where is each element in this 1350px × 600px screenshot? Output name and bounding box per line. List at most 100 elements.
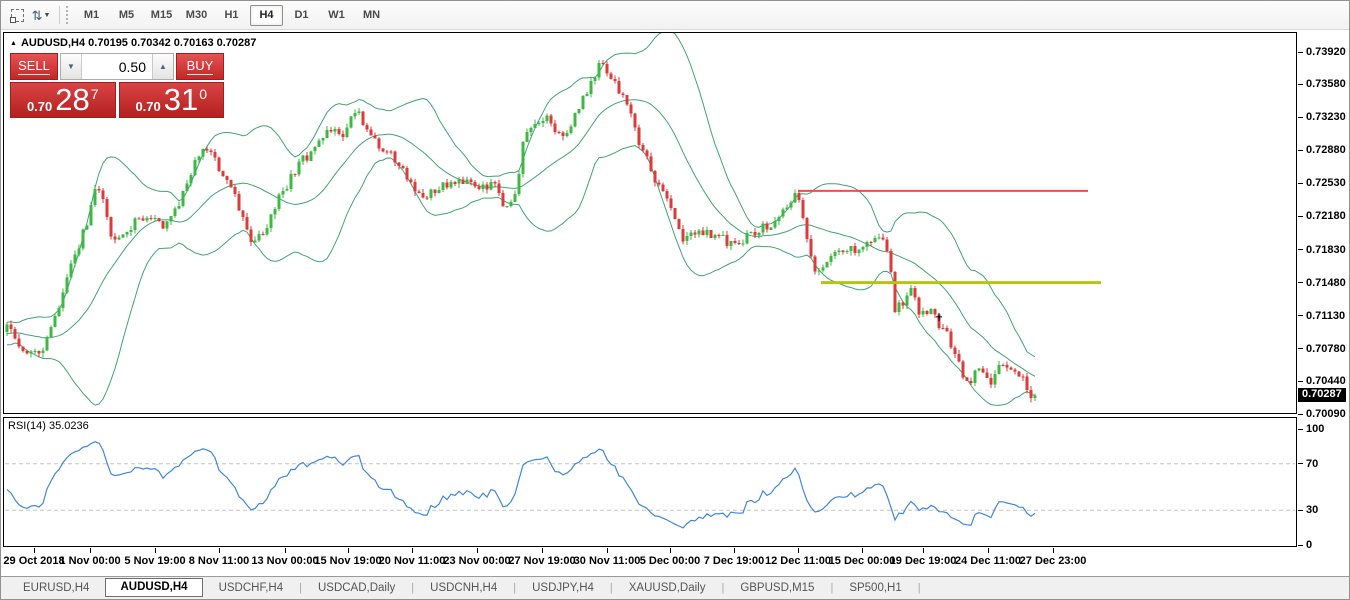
chevron-down-icon: ▼: [67, 62, 75, 71]
price-axis-label: 0.73230: [1298, 111, 1346, 123]
time-axis-label: 8 Nov 11:00: [189, 555, 250, 567]
time-axis-tick: [798, 548, 799, 553]
one-click-trading-panel: SELL ▼ ▲ BUY 0.70287 0.70310: [10, 53, 224, 118]
time-axis-tick: [412, 548, 413, 553]
sell-price-button[interactable]: 0.70287: [10, 82, 116, 118]
buy-price-button[interactable]: 0.70310: [119, 82, 225, 118]
collapse-arrow-icon[interactable]: ▲: [10, 40, 17, 47]
toolbar: ⇅ ▼ M1M5M15M30H1H4D1W1MN: [1, 1, 1349, 30]
timeframe-button-mn[interactable]: MN: [355, 5, 388, 26]
price-axis-label: 0.70780: [1298, 343, 1346, 355]
bollinger-lower-band: [7, 146, 1035, 406]
timeframe-button-h1[interactable]: H1: [215, 5, 248, 26]
time-axis-label: 27 Dec 23:00: [1020, 555, 1087, 567]
toolbar-separator: [59, 6, 60, 24]
timeframe-button-d1[interactable]: D1: [285, 5, 318, 26]
rsi-indicator-pane[interactable]: RSI(14) 35.0236: [3, 417, 1297, 547]
time-axis-label: 19 Dec 19:00: [890, 555, 957, 567]
timeframe-button-m15[interactable]: M15: [145, 5, 178, 26]
chart-title: ▲ AUDUSD,H4 0.70195 0.70342 0.70163 0.702…: [10, 37, 256, 49]
timeframe-button-m5[interactable]: M5: [110, 5, 143, 26]
buy-price-prefix: 0.70: [135, 99, 160, 114]
sell-button[interactable]: SELL: [10, 53, 58, 80]
increase-volume-button[interactable]: ▲: [152, 54, 173, 79]
caret-down-icon: ▼: [43, 12, 50, 19]
price-axis-label: 0.70440: [1298, 375, 1346, 387]
rsi-indicator-label: RSI(14) 35.0236: [8, 420, 89, 432]
chart-tab-xauusd[interactable]: XAUUSD,Daily: [613, 580, 722, 596]
time-axis-tick: [285, 548, 286, 553]
sort-order-icon[interactable]: ⇅ ▼: [31, 5, 51, 25]
price-axis-label: 0.71130: [1298, 310, 1345, 322]
price-axis-label: 0.71480: [1298, 277, 1346, 289]
time-axis-tick: [670, 548, 671, 553]
rsi-chart: [4, 418, 1296, 546]
chart-tab-gbpusd[interactable]: GBPUSD,M15: [724, 580, 830, 596]
time-axis-tick: [477, 548, 478, 553]
time-axis-tick: [90, 548, 91, 553]
time-axis[interactable]: 29 Oct 20181 Nov 00:00 5 Nov 19:00 8 Nov 1…: [3, 548, 1297, 574]
time-axis-tick: [34, 548, 35, 553]
time-axis-label: 13 Nov 00:00: [251, 555, 318, 567]
time-axis-tick: [348, 548, 349, 553]
doji-candle: [936, 313, 942, 321]
time-axis-label: 30 Nov 11:00: [574, 555, 641, 567]
time-axis-tick: [862, 548, 863, 553]
time-axis-label: 15 Nov 19:00: [314, 555, 381, 567]
sell-price-pip: 7: [91, 87, 99, 101]
chart-tab-usdjpy[interactable]: USDJPY,H4: [516, 580, 610, 596]
sell-price-main: 28: [55, 86, 89, 114]
time-axis-tick: [155, 548, 156, 553]
price-axis-label: 0.72880: [1298, 144, 1346, 156]
time-axis-tick: [988, 548, 989, 553]
volume-input[interactable]: [82, 54, 152, 79]
time-axis-label: 5 Nov 19:00: [124, 555, 185, 567]
time-axis-label: 23 Nov 00:00: [443, 555, 510, 567]
price-axis-label: 0.73580: [1298, 78, 1346, 90]
time-axis-tick: [734, 548, 735, 553]
mt4-window: ⇅ ▼ M1M5M15M30H1H4D1W1MN ▲ AUDUSD,H4 0.70…: [0, 0, 1350, 600]
time-axis-tick: [219, 548, 220, 553]
time-axis-label: 1 Nov 00:00: [59, 555, 120, 567]
buy-button[interactable]: BUY: [176, 53, 224, 80]
timeframe-button-m1[interactable]: M1: [75, 5, 108, 26]
up-down-arrows-icon: ⇅: [32, 9, 43, 22]
time-axis-label: 15 Dec 00:00: [829, 555, 896, 567]
sell-price-prefix: 0.70: [27, 99, 52, 114]
timeframe-button-m30[interactable]: M30: [180, 5, 213, 26]
chart-tab-eurusd[interactable]: EURUSD,H4: [7, 580, 105, 596]
rsi-axis-label: 70: [1298, 458, 1318, 470]
tab-separator: |: [918, 582, 921, 594]
price-chart-pane[interactable]: ▲ AUDUSD,H4 0.70195 0.70342 0.70163 0.702…: [3, 32, 1297, 414]
timeframe-button-group: M1M5M15M30H1H4D1W1MN: [74, 5, 389, 26]
toolbar-drag-handle[interactable]: [66, 6, 68, 24]
time-axis-label: 27 Nov 19:00: [508, 555, 575, 567]
chart-tab-sp500[interactable]: SP500,H1: [833, 580, 917, 596]
time-axis-label: 24 Dec 11:00: [955, 555, 1021, 567]
rsi-axis-label: 0: [1298, 539, 1312, 551]
time-axis-tick: [923, 548, 924, 553]
timeframe-button-h4[interactable]: H4: [250, 5, 283, 26]
time-axis-label: 29 Oct 2018: [3, 555, 64, 567]
chart-tab-usdchf[interactable]: USDCHF,H4: [203, 580, 300, 596]
time-axis-label: 7 Dec 19:00: [704, 555, 765, 567]
decrease-volume-button[interactable]: ▼: [61, 54, 82, 79]
chart-tab-bar: EURUSD,H4AUDUSD,H4USDCHF,H4 | USDCAD,Daily…: [1, 576, 1349, 599]
symbol-ohlc-text: AUDUSD,H4 0.70195 0.70342 0.70163 0.7028…: [21, 37, 256, 49]
chart-tab-usdcnh[interactable]: USDCNH,H4: [414, 580, 513, 596]
price-axis-label: 0.73920: [1298, 46, 1346, 58]
price-axis[interactable]: 0.73920 0.73580 0.73230 0.72880 0.72530 0.721…: [1298, 32, 1350, 414]
volume-group: ▼ ▲: [60, 53, 174, 80]
selection-tool-icon[interactable]: [7, 5, 27, 25]
price-axis-label: 0.72180: [1298, 210, 1346, 222]
bollinger-middle-band: [7, 100, 1035, 377]
time-axis-tick: [1053, 548, 1054, 553]
timeframe-button-w1[interactable]: W1: [320, 5, 353, 26]
rsi-axis: 10070300: [1298, 417, 1350, 547]
price-axis-label: 0.72530: [1298, 177, 1346, 189]
time-axis-label: 5 Dec 00:00: [640, 555, 701, 567]
chart-tab-usdcad[interactable]: USDCAD,Daily: [302, 580, 411, 596]
time-axis-label: 12 Dec 11:00: [765, 555, 831, 567]
chart-tab-audusd[interactable]: AUDUSD,H4: [105, 578, 202, 597]
time-axis-tick: [542, 548, 543, 553]
